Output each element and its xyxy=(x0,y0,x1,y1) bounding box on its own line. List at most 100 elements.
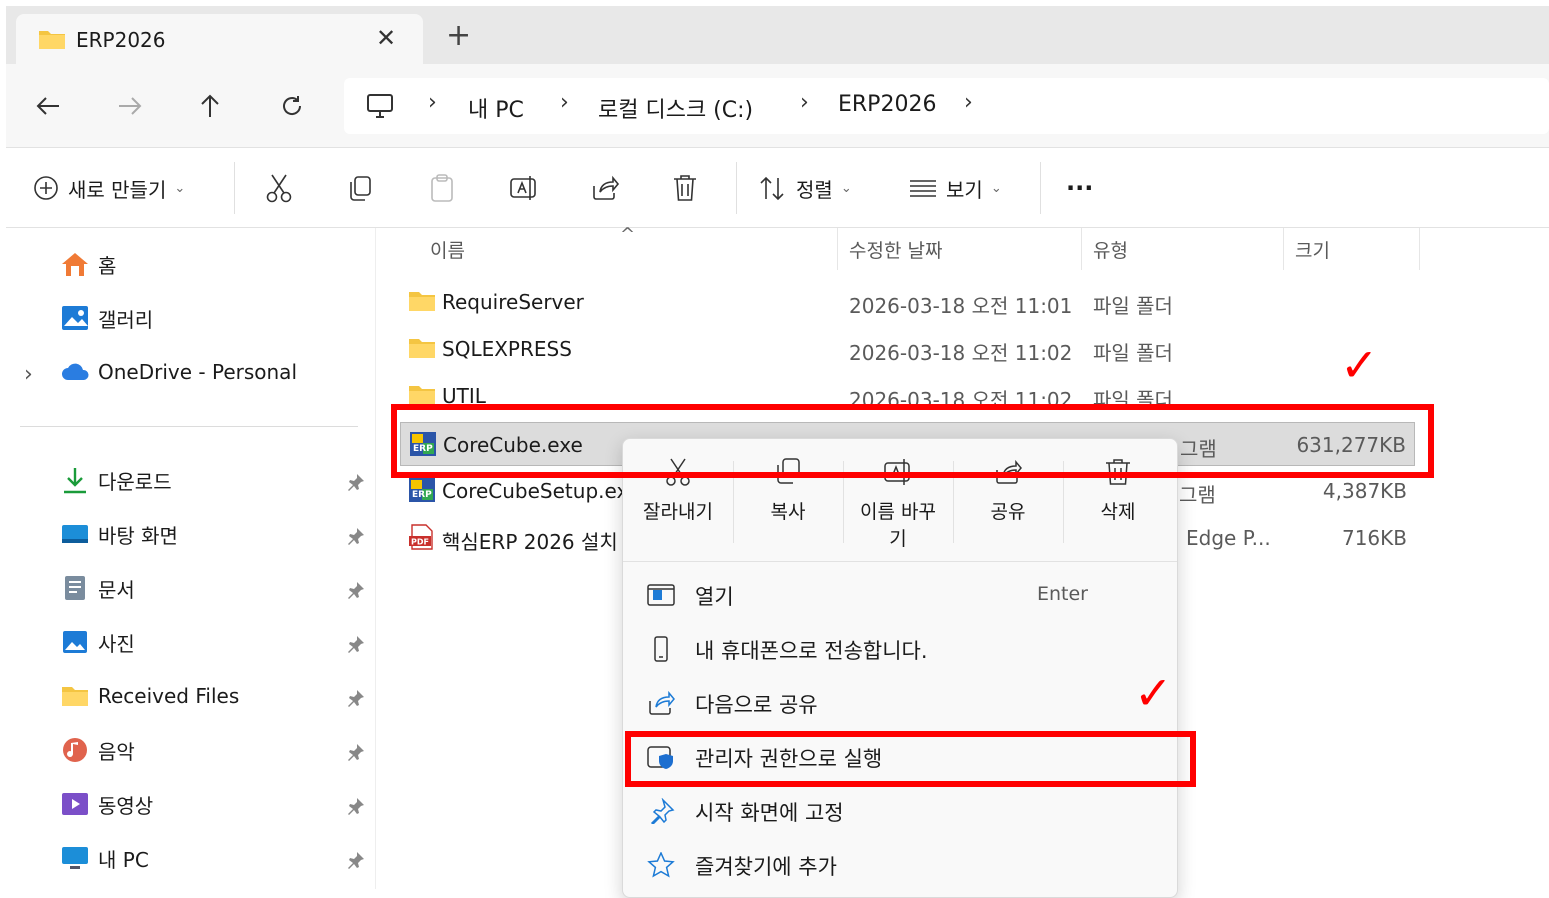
address-bar[interactable]: › 내 PC › 로컬 디스크 (C:) › ERP2026 › xyxy=(344,78,1549,134)
breadcrumb-erp2026[interactable]: ERP2026 xyxy=(838,92,936,117)
folder-icon xyxy=(38,28,66,50)
copy-button[interactable] xyxy=(346,170,374,206)
column-header-date[interactable]: 수정한 날짜 xyxy=(849,236,942,263)
download-icon xyxy=(64,468,86,494)
highlight-box-corecube xyxy=(391,404,1434,478)
chevron-down-icon: ⌄ xyxy=(840,180,852,196)
plus-circle-icon xyxy=(34,176,58,200)
breadcrumb-separator: › xyxy=(560,90,569,115)
delete-icon xyxy=(674,175,696,201)
video-icon xyxy=(62,793,88,815)
menu-item-pin-to-start[interactable]: 시작 화면에 고정 xyxy=(623,785,1177,837)
table-row[interactable]: SQLEXPRESS 2026-03-18 오전 11:02 파일 폴더 xyxy=(400,327,1415,371)
view-button[interactable]: 보기 ⌄ xyxy=(908,170,1002,206)
folder-icon xyxy=(409,292,435,311)
table-row[interactable]: RequireServer 2026-03-18 오전 11:01 파일 폴더 xyxy=(400,280,1415,324)
share-button[interactable] xyxy=(590,170,620,206)
sidebar-item-videos[interactable]: 동영상 xyxy=(60,784,153,824)
breadcrumb-my-pc[interactable]: 내 PC xyxy=(468,92,524,124)
pin-icon[interactable] xyxy=(346,472,366,492)
paste-button[interactable] xyxy=(428,170,456,206)
column-header-size[interactable]: 크기 xyxy=(1295,236,1330,263)
breadcrumb-separator: › xyxy=(964,90,973,115)
phone-icon xyxy=(654,636,668,662)
close-tab-button[interactable]: ✕ xyxy=(376,24,396,52)
pin-icon[interactable] xyxy=(346,742,366,762)
menu-item-add-to-favorites[interactable]: 즐겨찾기에 추가 xyxy=(623,839,1177,891)
tab-strip: ERP2026 ✕ + xyxy=(6,6,1549,64)
sidebar: 홈 갤러리 › OneDrive - Personal 다운로드 바탕 화면 문… xyxy=(0,228,376,889)
copy-icon xyxy=(350,176,371,201)
share-icon xyxy=(593,175,620,200)
home-icon xyxy=(62,253,88,276)
back-button[interactable] xyxy=(30,88,66,124)
sidebar-item-downloads[interactable]: 다운로드 xyxy=(60,460,172,500)
sidebar-item-received-files[interactable]: Received Files xyxy=(60,676,239,716)
more-options-button[interactable]: ··· xyxy=(1066,170,1093,206)
pc-monitor-icon xyxy=(366,92,394,120)
menu-item-send-to-phone[interactable]: 내 휴대폰으로 전송합니다. xyxy=(623,623,1177,675)
breadcrumb-local-disk[interactable]: 로컬 디스크 (C:) xyxy=(598,92,753,124)
cut-icon xyxy=(266,174,292,203)
arrow-right-icon xyxy=(119,97,142,115)
pin-icon[interactable] xyxy=(346,634,366,654)
breadcrumb-separator: › xyxy=(428,90,437,115)
folder-icon xyxy=(409,339,435,358)
sidebar-item-desktop[interactable]: 바탕 화면 xyxy=(60,514,178,554)
up-button[interactable] xyxy=(192,88,228,124)
sidebar-item-music[interactable]: 음악 xyxy=(60,730,135,770)
erp-app-icon: ERP xyxy=(409,478,435,502)
check-mark-icon: ✓ xyxy=(1134,666,1173,720)
context-menu: 잘라내기 복사 이름 바꾸 기 공유 삭제 열기 Enter 내 휴대폰으로 전… xyxy=(622,438,1178,898)
shortcut-label: Enter xyxy=(1037,583,1088,605)
expand-chevron-icon[interactable]: › xyxy=(24,362,33,387)
sidebar-divider xyxy=(20,426,358,427)
column-header-name[interactable]: 이름 xyxy=(430,236,465,263)
gallery-icon xyxy=(62,306,88,330)
refresh-button[interactable] xyxy=(274,88,310,124)
forward-button[interactable] xyxy=(112,88,148,124)
music-icon xyxy=(63,738,87,762)
open-icon xyxy=(647,584,675,606)
menu-item-open[interactable]: 열기 Enter xyxy=(623,569,1177,621)
menu-item-share-with[interactable]: 다음으로 공유 xyxy=(623,677,1177,729)
pin-icon[interactable] xyxy=(346,580,366,600)
pin-icon[interactable] xyxy=(346,688,366,708)
navigation-bar: › 내 PC › 로컬 디스크 (C:) › ERP2026 › xyxy=(6,64,1549,148)
pc-icon xyxy=(62,847,88,869)
check-mark-icon: ✓ xyxy=(1340,338,1379,392)
delete-button[interactable] xyxy=(672,170,698,206)
highlight-box-run-as-admin xyxy=(625,731,1196,787)
sort-icon xyxy=(760,176,784,201)
pictures-icon xyxy=(63,631,87,653)
arrow-up-icon xyxy=(201,94,219,117)
pin-icon[interactable] xyxy=(346,850,366,870)
sidebar-item-documents[interactable]: 문서 xyxy=(60,568,135,608)
sidebar-item-gallery[interactable]: 갤러리 xyxy=(60,298,153,338)
svg-text:ERP: ERP xyxy=(412,490,432,500)
tab-erp2026[interactable]: ERP2026 ✕ xyxy=(16,14,423,64)
pin-icon[interactable] xyxy=(346,796,366,816)
pdf-icon: PDF xyxy=(409,524,433,550)
new-button[interactable]: 새로 만들기 ⌄ xyxy=(32,170,185,206)
cut-button[interactable] xyxy=(264,170,294,206)
chevron-down-icon: ⌄ xyxy=(174,180,186,196)
star-icon xyxy=(647,852,675,878)
sort-button[interactable]: 정렬 ⌄ xyxy=(758,170,852,206)
view-list-icon xyxy=(910,180,936,197)
sidebar-item-home[interactable]: 홈 xyxy=(60,244,116,284)
onedrive-icon xyxy=(62,363,89,380)
sidebar-item-my-pc[interactable]: 내 PC xyxy=(60,838,149,878)
chevron-down-icon: ⌄ xyxy=(990,180,1002,196)
paste-icon xyxy=(431,174,453,202)
command-bar: 새로 만들기 ⌄ 정렬 ⌄ 보기 ⌄ ··· xyxy=(6,148,1549,228)
sidebar-item-pictures[interactable]: 사진 xyxy=(60,622,135,662)
column-header-type[interactable]: 유형 xyxy=(1093,236,1128,263)
document-icon xyxy=(65,576,85,600)
new-tab-button[interactable]: + xyxy=(446,18,471,53)
pin-icon[interactable] xyxy=(346,526,366,546)
rename-button[interactable] xyxy=(508,170,540,206)
arrow-left-icon xyxy=(36,97,59,115)
refresh-icon xyxy=(283,96,302,115)
sidebar-item-onedrive[interactable]: OneDrive - Personal xyxy=(60,352,297,392)
